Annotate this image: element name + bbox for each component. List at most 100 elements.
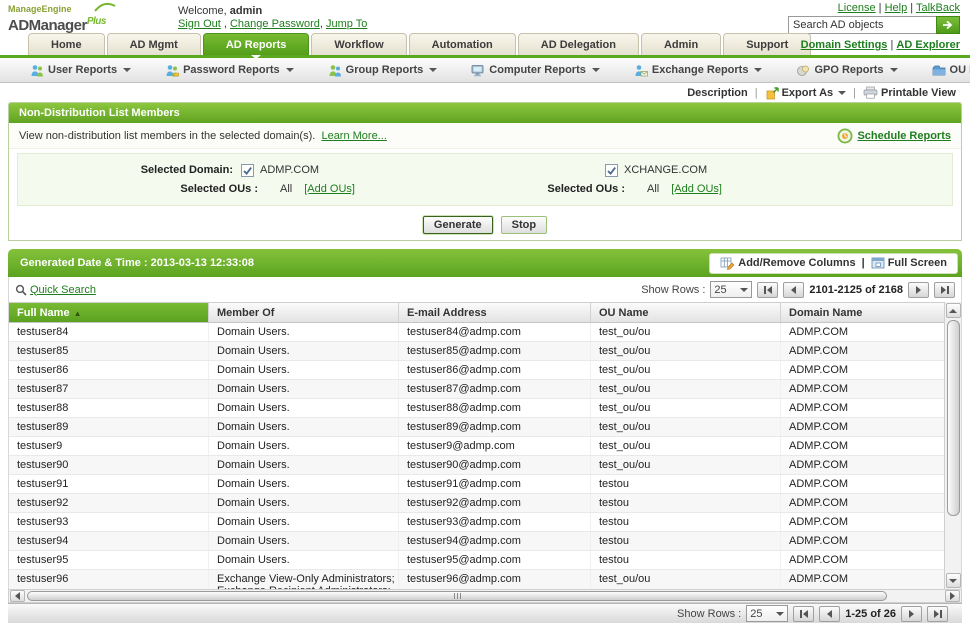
table-cell: test_ou/ou (591, 418, 781, 436)
tab-ad-reports[interactable]: AD Reports (203, 33, 310, 55)
table-cell: ADMP.COM (781, 399, 944, 417)
table-cell: testuser93 (9, 513, 209, 531)
learn-more-link[interactable]: Learn More... (321, 130, 386, 142)
table-cell: test_ou/ou (591, 570, 781, 589)
column-header-member-of[interactable]: Member Of (209, 303, 399, 322)
menu-password-reports[interactable]: Password Reports (165, 64, 294, 77)
horizontal-scrollbar[interactable] (8, 589, 962, 603)
gpo-reports-icon (796, 64, 810, 77)
scroll-left-button[interactable] (10, 590, 25, 602)
generate-button[interactable]: Generate (423, 216, 493, 234)
domain-settings-link[interactable]: Domain Settings (801, 39, 888, 51)
export-as-button[interactable]: Export As (765, 86, 847, 100)
scroll-down-icon (949, 579, 957, 583)
menu-user-reports[interactable]: User Reports (30, 64, 131, 77)
menu-ou-reports[interactable]: OU Reports (932, 64, 970, 77)
scroll-right-button[interactable] (945, 590, 960, 602)
table-cell: testuser87@admp.com (399, 380, 591, 398)
column-label: Full Name (17, 307, 70, 319)
tab-support[interactable]: Support (723, 33, 811, 55)
first-page-button[interactable] (757, 282, 778, 298)
table-row: testuser95Domain Users.testuser95@admp.c… (9, 551, 961, 570)
top-pagination: Show Rows : 25 2101-2125 of 2168 (641, 281, 955, 298)
selected-ous-value: All (280, 180, 292, 199)
table-cell: testuser95 (9, 551, 209, 569)
tab-admin[interactable]: Admin (641, 33, 721, 55)
table-cell: Domain Users. (209, 361, 399, 379)
tab-ad-delegation[interactable]: AD Delegation (518, 33, 639, 55)
table-cell: Exchange View-Only Administrators; Excha… (209, 570, 399, 589)
thumb-grip (460, 593, 461, 599)
report-title-bar: Non-Distribution List Members (9, 103, 961, 123)
stop-button[interactable]: Stop (501, 216, 547, 234)
last-page-icon (947, 286, 949, 294)
horizontal-scroll-thumb[interactable] (27, 591, 887, 601)
sign-out-link[interactable]: Sign Out (178, 18, 221, 30)
main-tab-bar: Home AD Mgmt AD Reports Workflow Automat… (0, 32, 970, 55)
last-page-button[interactable] (934, 282, 955, 298)
menu-exchange-reports[interactable]: Exchange Reports (634, 64, 763, 77)
table-cell: testuser90@admp.com (399, 456, 591, 474)
footer-pagination-bar: Show Rows : 25 1-25 of 26 (8, 603, 962, 623)
pipe-sep: | (755, 87, 758, 99)
talkback-link[interactable]: TalkBack (916, 2, 960, 14)
tab-home[interactable]: Home (28, 33, 105, 55)
table-cell: testuser88@admp.com (399, 399, 591, 417)
scroll-up-button[interactable] (946, 303, 961, 318)
menu-gpo-reports[interactable]: GPO Reports (796, 64, 897, 77)
license-link[interactable]: License (838, 2, 876, 14)
full-screen-button[interactable]: Full Screen (871, 257, 947, 269)
prev-page-icon (791, 286, 796, 294)
table-cell: test_ou/ou (591, 437, 781, 455)
schedule-reports-link[interactable]: Schedule Reports (857, 130, 951, 142)
column-label: Domain Name (789, 307, 862, 319)
table-cell: testou (591, 475, 781, 493)
prev-page-button[interactable] (783, 282, 804, 298)
page-size-value: 25 (714, 284, 726, 296)
page-size-select[interactable]: 25 (710, 281, 752, 298)
table-row: testuser85Domain Users.testuser85@admp.c… (9, 342, 961, 361)
vertical-scrollbar[interactable] (944, 302, 961, 589)
quick-search-link[interactable]: Quick Search (30, 284, 96, 296)
generated-bar: Generated Date & Time : 2013-03-13 12:33… (8, 249, 962, 277)
checkbox-admp[interactable] (241, 164, 254, 177)
jump-to-link[interactable]: Jump To (326, 18, 367, 30)
tab-workflow[interactable]: Workflow (311, 33, 406, 55)
table-cell: Domain Users. (209, 494, 399, 512)
ad-explorer-link[interactable]: AD Explorer (896, 39, 960, 51)
vertical-scroll-thumb[interactable] (947, 320, 960, 516)
menu-label: User Reports (48, 64, 117, 76)
tab-automation[interactable]: Automation (409, 33, 516, 55)
table-cell: Domain Users. (209, 399, 399, 417)
change-password-link[interactable]: Change Password (230, 18, 320, 30)
table-cell: testuser91 (9, 475, 209, 493)
scroll-down-button[interactable] (946, 573, 961, 588)
description-link[interactable]: Description (687, 87, 748, 99)
menu-label: OU Reports (950, 64, 970, 76)
column-header-email[interactable]: E-mail Address (399, 303, 591, 322)
next-page-button[interactable] (908, 282, 929, 298)
selected-ous-value: All (647, 180, 659, 199)
tab-ad-mgmt[interactable]: AD Mgmt (107, 33, 201, 55)
help-link[interactable]: Help (885, 2, 908, 14)
table-cell: Domain Users. (209, 475, 399, 493)
printer-icon (863, 86, 878, 99)
column-header-full-name[interactable]: Full Name▲ (9, 303, 209, 322)
table-cell: testuser87 (9, 380, 209, 398)
column-header-domain-name[interactable]: Domain Name (781, 303, 944, 322)
printable-view-button[interactable]: Printable View (863, 86, 956, 99)
column-header-ou-name[interactable]: OU Name (591, 303, 781, 322)
table-cell: testuser94@admp.com (399, 532, 591, 550)
table-row: testuser96Exchange View-Only Administrat… (9, 570, 961, 589)
table-cell: testou (591, 551, 781, 569)
reports-menubar: User Reports Password Reports Group Repo… (0, 58, 970, 83)
menu-computer-reports[interactable]: Computer Reports (471, 64, 600, 77)
add-ous-link[interactable]: [Add OUs] (304, 180, 355, 199)
add-remove-columns-button[interactable]: Add/Remove Columns (720, 256, 855, 270)
menu-label: Password Reports (183, 64, 280, 76)
menu-group-reports[interactable]: Group Reports (328, 64, 438, 77)
report-toolbar: Description | Export As | Printable View (0, 83, 970, 102)
checkbox-xchange[interactable] (605, 164, 618, 177)
add-ous-link[interactable]: [Add OUs] (671, 180, 722, 199)
domain-name: ADMP.COM (260, 161, 319, 180)
